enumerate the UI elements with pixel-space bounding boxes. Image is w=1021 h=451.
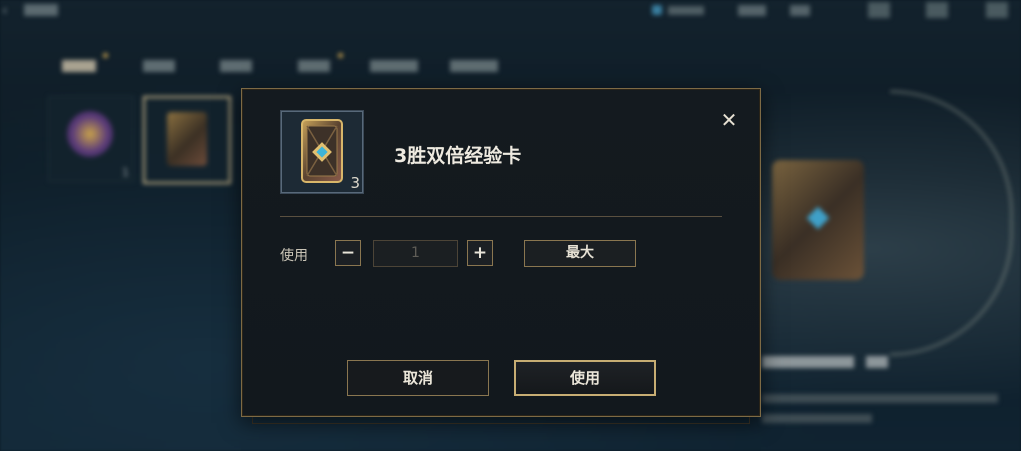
max-button[interactable]: 最大 — [524, 240, 636, 267]
topbar-button-bg — [986, 2, 1008, 18]
slot-count: 1 — [122, 166, 129, 179]
inventory-slot-selected — [143, 96, 231, 184]
tab-bg-5 — [370, 60, 418, 72]
tab-badge-dot — [103, 53, 108, 58]
currency-icon-bg — [652, 5, 662, 15]
tab-bg-6 — [450, 60, 498, 72]
header-title-bg — [24, 4, 58, 16]
decorative-arc — [890, 90, 1013, 356]
preview-desc-bg — [762, 394, 998, 403]
tab-bg-1 — [62, 60, 96, 72]
inventory-slot: 1 — [48, 96, 134, 182]
close-button[interactable]: ✕ — [719, 110, 739, 130]
topbar-item-bg — [738, 5, 766, 16]
use-quantity-label: 使用 — [280, 248, 308, 264]
topbar-button-bg — [926, 2, 948, 18]
orb-icon — [67, 111, 113, 157]
back-arrow-icon: ‹ — [2, 3, 8, 19]
preview-count-bg — [866, 356, 888, 368]
tab-bg-4 — [298, 60, 330, 72]
gem-icon — [806, 206, 830, 230]
divider — [280, 216, 722, 217]
decrease-button[interactable]: − — [335, 240, 361, 266]
quantity-input[interactable]: 1 — [373, 240, 458, 267]
item-icon-frame: 3 — [280, 110, 364, 194]
tab-bg-3 — [220, 60, 252, 72]
topbar-item-bg — [790, 5, 810, 16]
tab-badge-dot — [338, 53, 343, 58]
item-count: 3 — [350, 174, 360, 192]
preview-card-image — [772, 160, 864, 280]
preview-title-bg — [762, 356, 854, 368]
cancel-button[interactable]: 取消 — [347, 360, 489, 396]
increase-button[interactable]: + — [467, 240, 493, 266]
preview-desc-bg — [762, 414, 872, 423]
item-title: 3胜双倍经验卡 — [394, 145, 522, 167]
card-icon — [167, 112, 207, 166]
close-icon: ✕ — [720, 108, 738, 132]
tab-bg-2 — [143, 60, 175, 72]
confirm-use-button[interactable]: 使用 — [514, 360, 656, 396]
topbar-button-bg — [868, 2, 890, 18]
use-item-dialog: ✕ 3 3胜双倍经验卡 使用 − 1 + 最大 取消 使用 — [241, 88, 761, 417]
currency-value-bg — [668, 6, 704, 15]
